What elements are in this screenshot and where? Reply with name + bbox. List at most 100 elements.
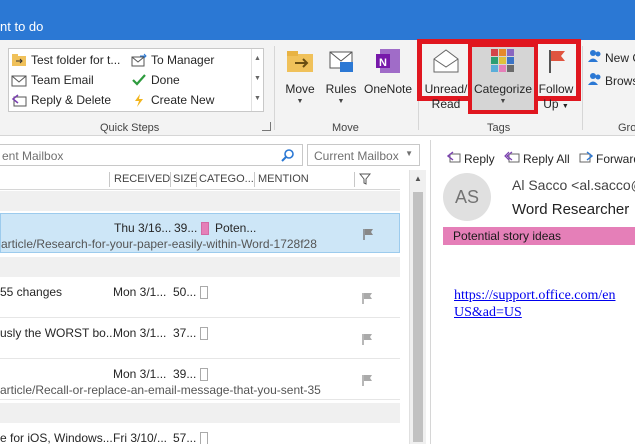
scroll-up-icon[interactable]: ▲ — [414, 174, 422, 183]
quick-step-reply-delete[interactable]: Reply & Delete — [11, 91, 111, 109]
lightning-icon — [131, 93, 147, 107]
quick-step-label: Create New — [151, 93, 215, 107]
column-received[interactable]: RECEIVED — [114, 173, 170, 185]
message-category: Poten... — [215, 221, 257, 235]
move-label: Move — [285, 82, 315, 96]
folder-move-icon — [11, 53, 27, 67]
rules-icon — [326, 46, 356, 76]
quick-step-label: Test folder for t... — [31, 53, 121, 67]
category-bar[interactable]: Potential story ideas — [443, 227, 635, 245]
team-email-icon — [11, 73, 27, 87]
avatar[interactable]: AS — [443, 173, 491, 221]
quick-step-label: Done — [151, 73, 180, 87]
quick-step-team-email[interactable]: Team Email — [11, 71, 94, 89]
message-subject: 55 changes — [0, 285, 63, 299]
scroll-up-icon[interactable]: ▲ — [252, 49, 263, 69]
quick-steps-group-label: Quick Steps — [100, 122, 160, 134]
flag-icon[interactable] — [362, 228, 374, 243]
reply-delete-icon — [11, 93, 27, 107]
search-icon[interactable] — [281, 148, 295, 165]
body-link[interactable]: https://support.office.com/en US&ad=US — [454, 287, 616, 321]
forward-button[interactable]: Forward — [579, 150, 635, 167]
message-size: 39... — [173, 367, 197, 381]
groups-group-label: Gro — [618, 122, 635, 134]
ribbon: Test folder for t... To Manager Team Ema… — [0, 39, 635, 136]
dialog-launcher-icon[interactable] — [262, 122, 271, 131]
onenote-button[interactable]: N OneNote — [363, 46, 413, 97]
reply-icon — [446, 150, 461, 167]
envelope-open-icon — [431, 46, 461, 76]
quick-step-label: Reply & Delete — [31, 93, 112, 107]
group-header[interactable] — [0, 403, 400, 423]
gallery-more-icon[interactable]: ▼ — [252, 89, 263, 109]
quick-steps-scrollbar[interactable]: ▲ ▼ ▼ — [251, 49, 263, 111]
quick-step-test-folder[interactable]: Test folder for t... — [11, 51, 120, 69]
tags-group-label: Tags — [487, 122, 511, 134]
follow-up-button[interactable]: Follow Up ▼ — [536, 46, 576, 114]
column-divider — [196, 172, 197, 187]
search-input[interactable]: ent Mailbox — [0, 144, 303, 166]
category-swatch[interactable] — [200, 286, 208, 299]
message-row[interactable]: e for iOS, Windows... Fri 3/10/... 57... — [0, 424, 400, 444]
unread-read-button[interactable]: Unread/ Read — [424, 46, 468, 112]
column-mention[interactable]: MENTION — [258, 173, 309, 185]
column-category[interactable]: CATEGO... — [199, 173, 254, 185]
chevron-down-icon: ▼ — [561, 103, 569, 110]
message-row[interactable]: usly the WORST bo... Mon 3/1... 37... — [0, 319, 400, 359]
people-icon — [588, 49, 602, 66]
move-folder-icon — [285, 46, 315, 76]
category-bar-label: Potential story ideas — [453, 229, 562, 243]
group-header[interactable] — [0, 257, 400, 277]
flag-icon[interactable] — [361, 374, 373, 389]
message-list-header: RECEIVED SIZE CATEGO... MENTION — [0, 170, 400, 190]
column-size[interactable]: SIZE — [173, 173, 197, 185]
reply-all-button[interactable]: Reply All — [504, 150, 570, 167]
new-group-label: New G — [605, 50, 635, 65]
sender-name[interactable]: Al Sacco <al.sacco@ — [512, 177, 635, 193]
flag-icon[interactable] — [361, 292, 373, 307]
title-bar: nt to do — [0, 0, 635, 40]
scrollbar-thumb[interactable] — [413, 192, 423, 442]
category-swatch[interactable] — [200, 432, 208, 444]
message-size: 57... — [173, 431, 197, 444]
filter-icon[interactable] — [358, 173, 372, 188]
message-date: Mon 3/1... — [113, 285, 167, 299]
unread-read-label-2: Read — [431, 97, 461, 111]
categorize-button[interactable]: Categorize ▼ — [472, 46, 534, 107]
reading-pane: Reply Reply All Forward AS Al Sacco <al.… — [430, 140, 635, 444]
rules-button[interactable]: Rules ▼ — [326, 46, 356, 107]
move-button[interactable]: Move ▼ — [284, 46, 316, 107]
reply-button[interactable]: Reply — [446, 150, 495, 167]
group-divider — [274, 46, 275, 130]
message-row[interactable]: Thu 3/16... 39... Poten... article/Resea… — [0, 213, 400, 253]
flag-icon[interactable] — [361, 333, 373, 348]
message-list-scrollbar[interactable]: ▲ — [409, 170, 426, 444]
forward-icon — [579, 150, 594, 167]
quick-step-create-new[interactable]: Create New — [131, 91, 214, 109]
quick-step-to-manager[interactable]: To Manager — [131, 51, 214, 69]
group-divider — [582, 46, 583, 130]
message-row[interactable]: 55 changes Mon 3/1... 50... — [0, 278, 400, 318]
message-date: Mon 3/1... — [113, 367, 167, 381]
message-size: 50... — [173, 285, 197, 299]
group-header[interactable] — [0, 191, 400, 211]
column-divider — [354, 172, 355, 187]
category-swatch[interactable] — [200, 327, 208, 340]
message-date: Mon 3/1... — [113, 326, 167, 340]
quick-step-done[interactable]: Done — [131, 71, 180, 89]
category-swatch[interactable] — [200, 368, 208, 381]
column-divider — [109, 172, 110, 187]
people-icon — [588, 72, 602, 89]
message-row[interactable]: Mon 3/1... 39... article/Recall-or-repla… — [0, 360, 400, 400]
new-group-button[interactable]: New G — [588, 49, 635, 66]
chevron-down-icon: ▼ — [405, 149, 413, 158]
category-swatch[interactable] — [201, 222, 209, 235]
checkmark-icon — [131, 73, 147, 87]
flag-icon — [541, 46, 571, 76]
column-divider — [170, 172, 171, 187]
browse-groups-button[interactable]: Brows — [588, 72, 635, 89]
forward-label: Forward — [596, 151, 635, 166]
search-scope-dropdown[interactable]: Current Mailbox ▼ — [307, 144, 420, 166]
scroll-down-icon[interactable]: ▼ — [252, 69, 263, 89]
message-date: Fri 3/10/... — [113, 431, 168, 444]
